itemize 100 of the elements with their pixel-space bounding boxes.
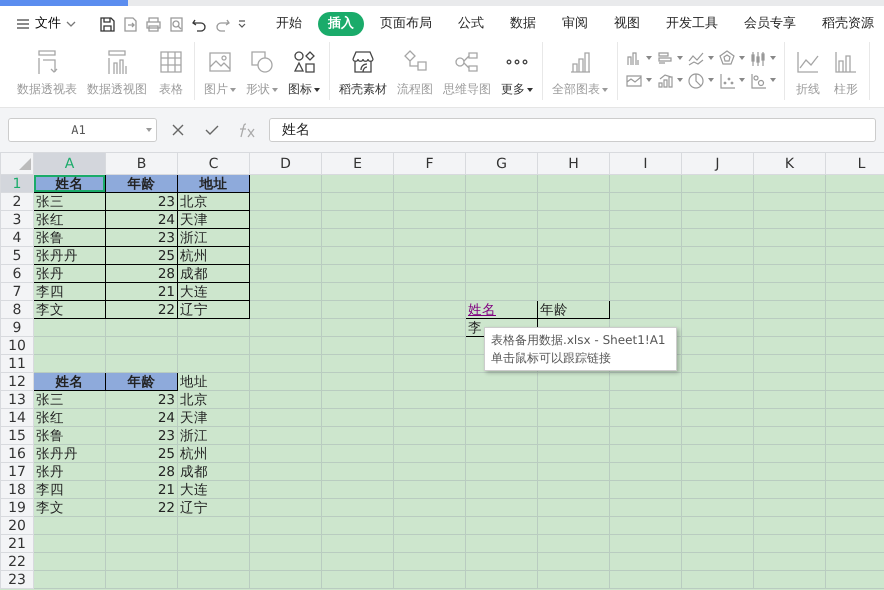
ribbon-tab[interactable]: 会员专享	[734, 12, 806, 36]
row-header[interactable]: 19	[0, 498, 34, 516]
table-cell: 李四	[34, 480, 106, 498]
bubble-chart-icon	[749, 71, 767, 89]
ribbon-button[interactable]: 图标	[285, 44, 323, 102]
table-cell: 张红	[34, 408, 106, 426]
column-header[interactable]: G	[466, 152, 538, 174]
formula-field[interactable]: 姓名	[269, 118, 876, 142]
table-cell: 杭州	[178, 444, 250, 462]
column-header[interactable]: J	[682, 152, 754, 174]
row-header[interactable]: 10	[0, 336, 34, 354]
table-cell: 辽宁	[178, 498, 250, 516]
table-cell: 22	[106, 300, 178, 318]
table-cell: 24	[106, 408, 178, 426]
more-icon	[506, 59, 528, 65]
ribbon-tab[interactable]: 稻壳资源	[812, 12, 884, 36]
row-header[interactable]: 13	[0, 390, 34, 408]
row-header[interactable]: 15	[0, 426, 34, 444]
row-header[interactable]: 21	[0, 534, 34, 552]
corner-triangle-icon	[19, 158, 31, 170]
ribbon-button[interactable]: 更多	[498, 44, 536, 102]
table-cell: 年龄	[538, 300, 610, 318]
table-cell: 大连	[178, 480, 250, 498]
ribbon-tab[interactable]: 公式	[448, 12, 494, 36]
row-header[interactable]: 12	[0, 372, 34, 390]
column-header[interactable]: B	[106, 152, 178, 174]
chevron-down-icon	[66, 20, 76, 28]
radar-chart-icon	[718, 49, 736, 67]
tooltip-text: 单击鼠标可以跟踪链接	[491, 350, 612, 367]
row-header[interactable]: 4	[0, 228, 34, 246]
row-header[interactable]: 17	[0, 462, 34, 480]
table-cell: 22	[106, 498, 178, 516]
column-header[interactable]: D	[250, 152, 322, 174]
table-cell: 杭州	[178, 246, 250, 264]
table-cell: 大连	[178, 282, 250, 300]
file-menu[interactable]: 文件	[12, 12, 80, 36]
table-cell: 浙江	[178, 228, 250, 246]
table-cell: 天津	[178, 210, 250, 228]
select-all-corner[interactable]	[0, 152, 34, 174]
header-cell: 年龄	[106, 372, 178, 390]
active-cell[interactable]: 姓名	[34, 174, 106, 192]
table-cell: 张丹丹	[34, 444, 106, 462]
table-cell: 23	[106, 390, 178, 408]
table-cell: 张鲁	[34, 426, 106, 444]
row-header[interactable]: 6	[0, 264, 34, 282]
table-cell: 23	[106, 426, 178, 444]
table-cell: 25	[106, 246, 178, 264]
function-icon	[237, 121, 257, 139]
table-cell: 24	[106, 210, 178, 228]
ribbon-tab[interactable]: 页面布局	[370, 12, 442, 36]
table-cell: 张红	[34, 210, 106, 228]
table-cell: 北京	[178, 192, 250, 210]
row-header[interactable]: 5	[0, 246, 34, 264]
row-header[interactable]: 23	[0, 570, 34, 588]
pie-chart-icon	[687, 71, 705, 89]
table-cell: 成都	[178, 462, 250, 480]
table-cell: 李文	[34, 300, 106, 318]
table-cell: 张三	[34, 192, 106, 210]
ribbon-tab[interactable]: 数据	[500, 12, 546, 36]
table-cell: 28	[106, 264, 178, 282]
row-header[interactable]: 8	[0, 300, 34, 318]
row-header[interactable]: 18	[0, 480, 34, 498]
table-cell: 浙江	[178, 426, 250, 444]
table-cell: 北京	[178, 390, 250, 408]
row-header[interactable]: 2	[0, 192, 34, 210]
table-cell: 21	[106, 282, 178, 300]
table-cell: 张鲁	[34, 228, 106, 246]
column-header[interactable]: K	[754, 152, 826, 174]
scatter-chart-icon	[718, 71, 736, 89]
row-header[interactable]: 22	[0, 552, 34, 570]
column-header[interactable]: E	[322, 152, 394, 174]
row-header[interactable]: 20	[0, 516, 34, 534]
ribbon-tab[interactable]: 开发工具	[656, 12, 728, 36]
table-cell: 23	[106, 228, 178, 246]
ribbon-tab[interactable]: 视图	[604, 12, 650, 36]
row-header[interactable]: 11	[0, 354, 34, 372]
table-cell: 25	[106, 444, 178, 462]
ribbon-button[interactable]: 稻壳素材	[336, 44, 390, 102]
row-header[interactable]: 16	[0, 444, 34, 462]
row-header[interactable]: 7	[0, 282, 34, 300]
column-header[interactable]: F	[394, 152, 466, 174]
row-header[interactable]: 14	[0, 408, 34, 426]
table-cell: 23	[106, 192, 178, 210]
column-header[interactable]: I	[610, 152, 682, 174]
table-cell: 地址	[178, 372, 250, 390]
column-header[interactable]: C	[178, 152, 250, 174]
column-header[interactable]: H	[538, 152, 610, 174]
ribbon-tab[interactable]: 开始	[266, 12, 312, 36]
table-cell: 成都	[178, 264, 250, 282]
row-header[interactable]: 3	[0, 210, 34, 228]
column-header[interactable]: L	[826, 152, 884, 174]
table-cell: 辽宁	[178, 300, 250, 318]
header-cell: 年龄	[106, 174, 178, 192]
ribbon-tab[interactable]: 审阅	[552, 12, 598, 36]
table-cell: 李四	[34, 282, 106, 300]
table-cell: 21	[106, 480, 178, 498]
row-header[interactable]: 9	[0, 318, 34, 336]
stock-chart-icon	[749, 49, 767, 67]
name-box[interactable]: A1	[8, 118, 157, 142]
table-cell: 天津	[178, 408, 250, 426]
